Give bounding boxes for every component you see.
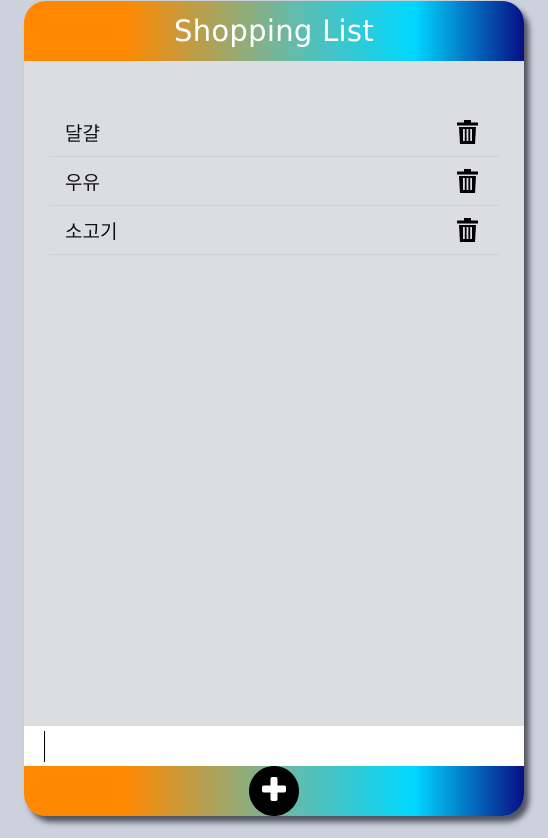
trash-icon[interactable] (455, 217, 479, 243)
text-caret (44, 731, 45, 762)
item-input[interactable] (24, 726, 524, 766)
header: Shopping List (24, 1, 524, 61)
list-item: 달걀 (49, 108, 499, 157)
plus-icon (260, 775, 288, 807)
footer (24, 766, 524, 816)
input-row (24, 726, 524, 766)
trash-icon[interactable] (455, 119, 479, 145)
list-item: 우유 (49, 157, 499, 206)
shopping-list: 달걀 우유 소고기 (49, 108, 499, 255)
page-title: Shopping List (173, 14, 374, 48)
add-item-button[interactable] (249, 766, 299, 816)
list-item: 소고기 (49, 206, 499, 255)
item-label: 소고기 (65, 220, 118, 243)
shopping-list-app: Shopping List 달걀 우유 소고기 (24, 1, 524, 816)
trash-icon[interactable] (455, 168, 479, 194)
item-label: 달걀 (65, 122, 100, 145)
item-label: 우유 (65, 171, 100, 194)
